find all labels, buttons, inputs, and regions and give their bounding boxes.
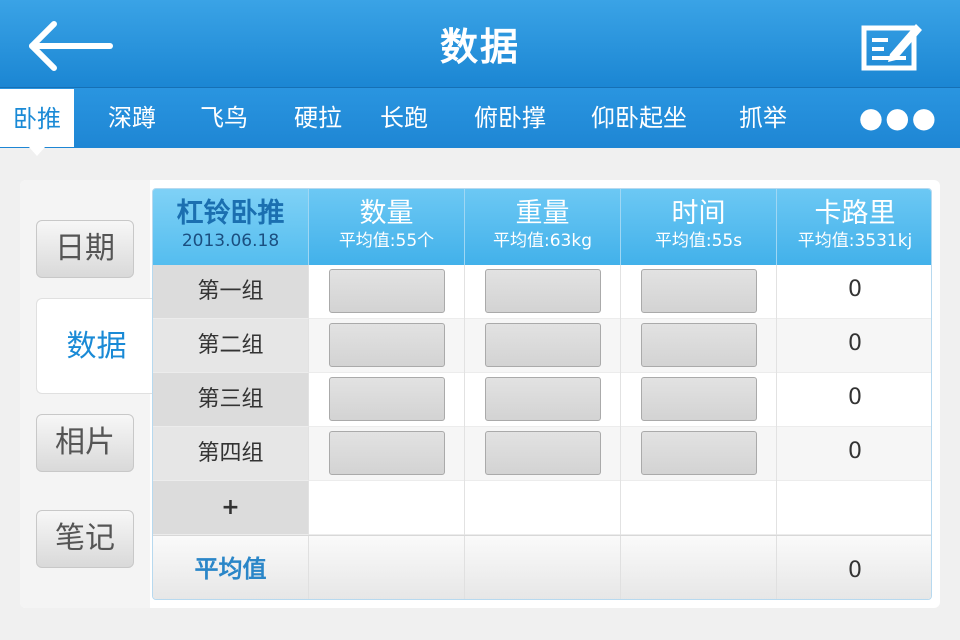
empty-cell (777, 481, 931, 535)
empty-cell (465, 536, 621, 599)
page-title: 数据 (439, 25, 520, 69)
edit-button[interactable] (860, 18, 924, 72)
time-cell (621, 265, 777, 319)
header-time: 时间 平均值:55s (621, 189, 777, 265)
exercise-date: 2013.06.18 (181, 231, 280, 251)
table-row: 第四组 0 (153, 427, 931, 481)
header-exercise: 杠铃卧推 2013.06.18 (153, 189, 309, 265)
weight-cell (465, 373, 621, 427)
tab-sit-up[interactable]: 仰卧起坐 (580, 88, 698, 148)
empty-cell (465, 481, 621, 535)
empty-cell (309, 536, 465, 599)
edit-icon (861, 24, 922, 71)
row-label: 第四组 (153, 427, 309, 481)
exercise-tab-bar: 卧推 深蹲 飞鸟 硬拉 长跑 俯卧撑 仰卧起坐 抓举 ●●● (0, 88, 960, 156)
tab-bench-press[interactable]: 卧推 (0, 89, 74, 156)
calories-value: 0 (848, 439, 862, 464)
table-row: 第一组 0 (153, 265, 931, 319)
quantity-input[interactable] (329, 269, 445, 313)
tab-long-run[interactable]: 长跑 (368, 88, 440, 148)
time-input[interactable] (641, 323, 757, 367)
time-input[interactable] (641, 377, 757, 421)
row-label: 第二组 (153, 319, 309, 373)
empty-cell (621, 536, 777, 599)
header-bar: 数据 (0, 0, 960, 88)
table-row: 第二组 0 (153, 319, 931, 373)
tab-fly[interactable]: 飞鸟 (188, 88, 260, 148)
time-cell (621, 427, 777, 481)
column-average: 平均值:55个 (338, 231, 435, 251)
column-title: 数量 (359, 198, 414, 229)
add-row: + (153, 481, 931, 535)
weight-input[interactable] (485, 431, 601, 475)
tab-snatch[interactable]: 抓举 (726, 88, 800, 148)
quantity-cell (309, 427, 465, 481)
sidebar-item-photos[interactable]: 相片 (36, 414, 134, 472)
content-panel: 日期 数据 相片 笔记 杠铃卧推 2013.06.18 数量 平均值:55个 重… (20, 180, 940, 608)
weight-input[interactable] (485, 323, 601, 367)
weight-cell (465, 265, 621, 319)
sidebar-item-notes[interactable]: 笔记 (36, 510, 134, 568)
column-average: 平均值:63kg (493, 231, 592, 251)
header-weight: 重量 平均值:63kg (465, 189, 621, 265)
table-header: 杠铃卧推 2013.06.18 数量 平均值:55个 重量 平均值:63kg 时… (153, 189, 931, 265)
sidebar: 日期 数据 相片 笔记 (20, 180, 156, 608)
empty-cell (621, 481, 777, 535)
row-label: 第一组 (153, 265, 309, 319)
tab-squat[interactable]: 深蹲 (96, 88, 168, 148)
more-icon[interactable]: ●●● (859, 88, 938, 148)
average-calories: 0 (848, 558, 862, 583)
average-row: 平均值 0 (153, 535, 931, 599)
sidebar-item-date[interactable]: 日期 (36, 220, 134, 278)
header-calories: 卡路里 平均值:3531kj (777, 189, 931, 265)
column-average: 平均值:55s (654, 231, 743, 251)
quantity-input[interactable] (329, 431, 445, 475)
calories-value: 0 (848, 331, 862, 356)
exercise-name: 杠铃卧推 (176, 198, 285, 229)
column-title: 时间 (671, 198, 726, 229)
weight-cell (465, 319, 621, 373)
quantity-cell (309, 319, 465, 373)
time-cell (621, 319, 777, 373)
average-label: 平均值 (153, 536, 309, 599)
add-set-button[interactable]: + (153, 481, 309, 535)
tab-push-up[interactable]: 俯卧撑 (462, 88, 558, 148)
weight-input[interactable] (485, 377, 601, 421)
row-label: 第三组 (153, 373, 309, 427)
data-table: 杠铃卧推 2013.06.18 数量 平均值:55个 重量 平均值:63kg 时… (152, 188, 932, 600)
header-quantity: 数量 平均值:55个 (309, 189, 465, 265)
column-title: 卡路里 (814, 198, 896, 229)
quantity-input[interactable] (329, 377, 445, 421)
quantity-cell (309, 265, 465, 319)
sidebar-item-data[interactable]: 数据 (36, 298, 156, 394)
column-title: 重量 (515, 198, 570, 229)
weight-input[interactable] (485, 269, 601, 313)
time-input[interactable] (641, 431, 757, 475)
time-cell (621, 373, 777, 427)
tab-deadlift[interactable]: 硬拉 (282, 88, 354, 148)
calories-value: 0 (848, 385, 862, 410)
table-row: 第三组 0 (153, 373, 931, 427)
quantity-cell (309, 373, 465, 427)
calories-value: 0 (848, 277, 862, 302)
time-input[interactable] (641, 269, 757, 313)
empty-cell (309, 481, 465, 535)
quantity-input[interactable] (329, 323, 445, 367)
weight-cell (465, 427, 621, 481)
column-average: 平均值:3531kj (797, 231, 913, 251)
